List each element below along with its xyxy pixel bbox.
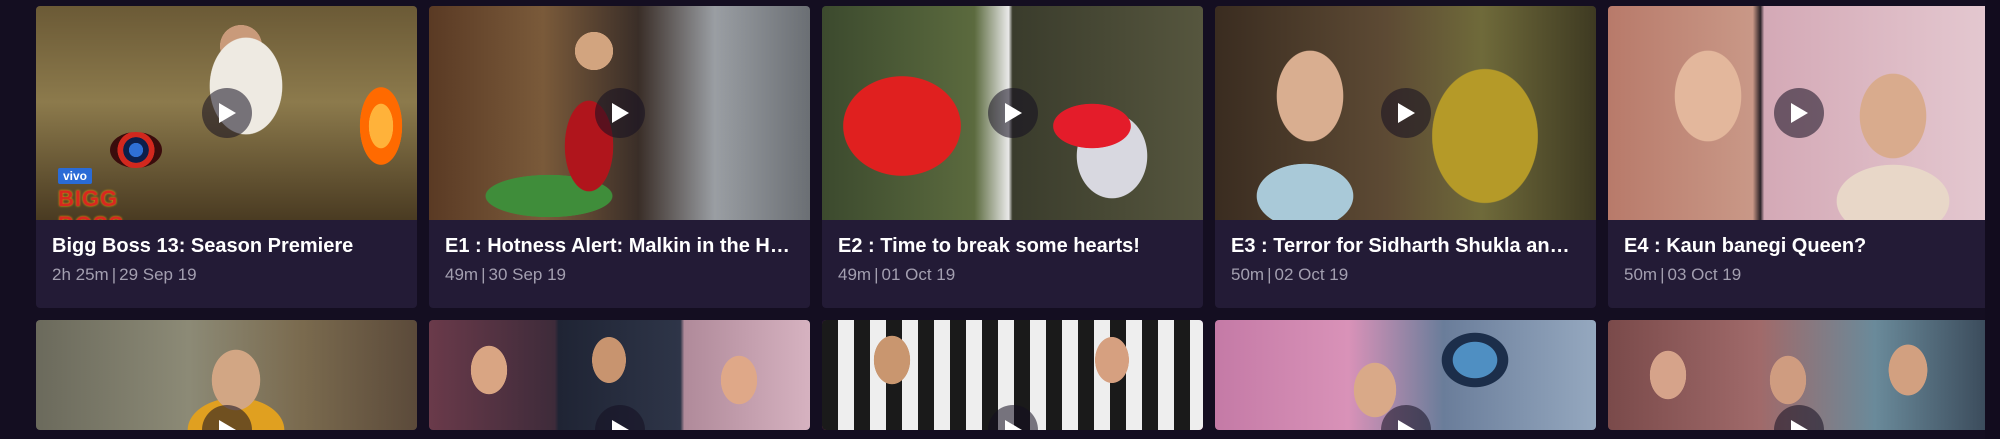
episode-meta: 50m | 02 Oct 19 bbox=[1231, 264, 1580, 286]
meta-separator: | bbox=[111, 265, 117, 284]
episode-duration: 49m bbox=[838, 265, 872, 284]
episode-grid: vivo BIGG BOSS Bigg Boss 13: Season Prem… bbox=[36, 6, 1989, 430]
episode-thumbnail[interactable] bbox=[822, 320, 1203, 430]
episode-card[interactable] bbox=[822, 320, 1203, 430]
episode-card[interactable] bbox=[1215, 320, 1596, 430]
episode-title: Bigg Boss 13: Season Premiere bbox=[52, 235, 354, 257]
episode-title: E4 : Kaun banegi Queen? bbox=[1624, 235, 1867, 257]
episode-duration: 50m bbox=[1624, 265, 1658, 284]
episode-thumbnail[interactable] bbox=[36, 320, 417, 430]
episode-title: E1 : Hotness Alert: Malkin in the House bbox=[445, 235, 794, 257]
meta-separator: | bbox=[874, 265, 879, 284]
episode-meta: 50m | 03 Oct 19 bbox=[1624, 264, 1973, 286]
play-icon[interactable] bbox=[201, 88, 252, 138]
episode-grid-page: vivo BIGG BOSS Bigg Boss 13: Season Prem… bbox=[0, 0, 2000, 439]
bigg-boss-logo: vivo BIGG BOSS bbox=[58, 132, 176, 220]
play-icon[interactable] bbox=[1773, 88, 1824, 138]
episode-info: E1 : Hotness Alert: Malkin in the House … bbox=[429, 220, 810, 308]
episode-card[interactable]: vivo BIGG BOSS Bigg Boss 13: Season Prem… bbox=[36, 6, 417, 308]
logo-text: BIGG BOSS bbox=[58, 186, 123, 220]
play-icon[interactable] bbox=[594, 88, 645, 138]
episode-info: E4 : Kaun banegi Queen? 50m | 03 Oct 19 bbox=[1608, 220, 1989, 308]
episode-thumbnail[interactable] bbox=[1608, 6, 1989, 220]
episode-card[interactable] bbox=[36, 320, 417, 430]
episode-card[interactable]: E2 : Time to break some hearts! 49m | 01 O… bbox=[822, 6, 1203, 308]
episode-date: 01 Oct 19 bbox=[881, 265, 956, 284]
episode-card[interactable]: E4 : Kaun banegi Queen? 50m | 03 Oct 19 bbox=[1608, 6, 1989, 308]
episode-meta: 2h 25m | 29 Sep 19 bbox=[52, 264, 401, 286]
episode-date: 29 Sep 19 bbox=[119, 265, 197, 284]
eye-logo-icon bbox=[110, 132, 162, 168]
meta-separator: | bbox=[1267, 265, 1272, 284]
play-icon[interactable] bbox=[1380, 88, 1431, 138]
episode-thumbnail[interactable] bbox=[1215, 6, 1596, 220]
episode-card[interactable] bbox=[1608, 320, 1989, 430]
vivo-badge: vivo bbox=[58, 168, 93, 184]
episode-title: E3 : Terror for Sidharth Shukla and Para… bbox=[1231, 235, 1580, 257]
episode-meta: 49m | 30 Sep 19 bbox=[445, 264, 794, 286]
episode-card[interactable]: E1 : Hotness Alert: Malkin in the House … bbox=[429, 6, 810, 308]
episode-card[interactable] bbox=[429, 320, 810, 430]
episode-duration: 49m bbox=[445, 265, 479, 284]
episode-duration: 50m bbox=[1231, 265, 1265, 284]
episode-duration: 2h 25m bbox=[52, 265, 109, 284]
episode-info: E3 : Terror for Sidharth Shukla and Para… bbox=[1215, 220, 1596, 308]
episode-title: E2 : Time to break some hearts! bbox=[838, 235, 1140, 257]
episode-date: 30 Sep 19 bbox=[488, 265, 567, 284]
play-icon[interactable] bbox=[987, 88, 1038, 138]
episode-thumbnail[interactable] bbox=[1215, 320, 1596, 430]
episode-date: 02 Oct 19 bbox=[1274, 265, 1349, 284]
episode-meta: 49m | 01 Oct 19 bbox=[838, 264, 1187, 286]
episode-thumbnail[interactable] bbox=[429, 6, 810, 220]
episode-thumbnail[interactable] bbox=[1608, 320, 1989, 430]
meta-separator: | bbox=[481, 265, 486, 284]
episode-card[interactable]: E3 : Terror for Sidharth Shukla and Para… bbox=[1215, 6, 1596, 308]
episode-info: E2 : Time to break some hearts! 49m | 01 O… bbox=[822, 220, 1203, 308]
scrollbar[interactable] bbox=[1985, 0, 2000, 439]
meta-separator: | bbox=[1660, 265, 1665, 284]
episode-thumbnail[interactable] bbox=[822, 6, 1203, 220]
episode-info: Bigg Boss 13: Season Premiere 2h 25m | 29 … bbox=[36, 220, 417, 308]
episode-thumbnail[interactable] bbox=[429, 320, 810, 430]
episode-thumbnail[interactable]: vivo BIGG BOSS bbox=[36, 6, 417, 220]
episode-date: 03 Oct 19 bbox=[1667, 265, 1742, 284]
